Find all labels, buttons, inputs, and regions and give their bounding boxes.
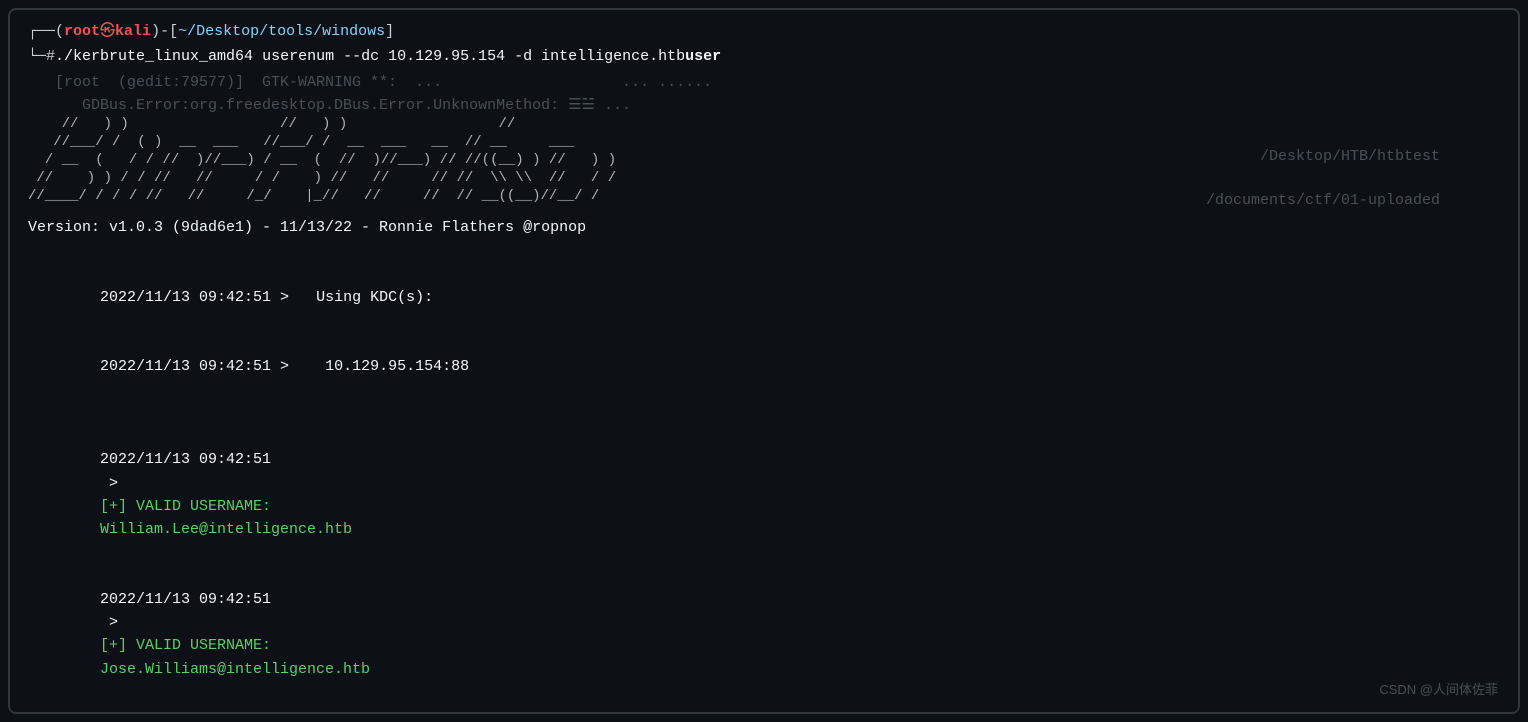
watermark: CSDN @人间体佐菲 <box>1379 679 1498 698</box>
bracket-end: ] <box>385 20 394 43</box>
log-kdc-header: 2022/11/13 09:42:51 > Using KDC(s): <box>28 262 1500 332</box>
terminal-window: ┌──(root㉿kali)-[~/Desktop/tools/windows]… <box>8 8 1520 714</box>
faded-line-1: [root (gedit:79577)] GTK-WARNING **: ...… <box>28 71 1500 94</box>
host-name: kali <box>115 20 151 43</box>
result-arrow-1: > <box>100 475 127 492</box>
log-kdc-ip: 2022/11/13 09:42:51 > 10.129.95.154:88 <box>28 332 1500 402</box>
root-user: root <box>64 20 100 43</box>
result-arrow-2: > <box>100 614 127 631</box>
hash-symbol: # <box>46 45 55 68</box>
terminal-content: ┌──(root㉿kali)-[~/Desktop/tools/windows]… <box>10 10 1518 714</box>
bracket-open: ┌──( <box>28 20 64 43</box>
log-arrow-1: > <box>271 289 316 306</box>
log-msg-1: Using KDC(s): <box>316 289 433 306</box>
at-symbol: ㉿ <box>100 20 115 43</box>
done-line: 2022/11/13 09:42:51 > Done! Tested 2 use… <box>28 704 1500 714</box>
top-command-hash-line: └─# ./kerbrute_linux_amd64 userenum --dc… <box>28 45 1500 68</box>
log-ts-1: 2022/11/13 09:42:51 <box>100 289 271 306</box>
valid-user-2: 2022/11/13 09:42:51 > [+] VALID USERNAME… <box>28 565 1500 705</box>
path: ~/Desktop/tools/windows <box>178 20 385 43</box>
log-arrow-2: > <box>271 358 325 375</box>
empty-line-1 <box>28 239 1500 262</box>
command-text: ./kerbrute_linux_amd64 userenum --dc 10.… <box>55 45 685 68</box>
faded-path-1: /Desktop/HTB/htbtest <box>28 145 1440 168</box>
result-ts-1: 2022/11/13 09:42:51 <box>100 451 271 468</box>
valid-user-1: 2022/11/13 09:42:51 > [+] VALID USERNAME… <box>28 425 1500 565</box>
faded-path-2: /documents/ctf/01-uploaded <box>28 189 1440 212</box>
result-tag-1: [+] VALID USERNAME: <box>100 498 325 515</box>
command-highlight: user <box>685 45 721 68</box>
result-tag-2: [+] VALID USERNAME: <box>100 637 325 654</box>
faded-line-2: GDBus.Error:org.freedesktop.DBus.Error.U… <box>28 94 1500 115</box>
empty-line-2 <box>28 402 1500 425</box>
ascii-line-1: // ) ) // ) ) // <box>28 115 1500 133</box>
log-ts-2: 2022/11/13 09:42:51 <box>100 358 271 375</box>
version-line: Version: v1.0.3 (9dad6e1) - 11/13/22 - R… <box>28 216 1500 239</box>
faded-paths: /Desktop/HTB/htbtest /documents/ctf/01-u… <box>28 145 1500 212</box>
result-username-2: Jose.Williams@intelligence.htb <box>100 661 370 678</box>
bracket-close: )-[ <box>151 20 178 43</box>
result-username-1: William.Lee@intelligence.htb <box>100 521 352 538</box>
log-msg-2: 10.129.95.154:88 <box>325 358 469 375</box>
faded-lines: [root (gedit:79577)] GTK-WARNING **: ...… <box>28 71 1500 115</box>
terminal: ┌──(root㉿kali)-[~/Desktop/tools/windows]… <box>0 0 1528 722</box>
corner-char: └─ <box>28 45 46 68</box>
result-ts-2: 2022/11/13 09:42:51 <box>100 591 271 608</box>
top-command-line: ┌──(root㉿kali)-[~/Desktop/tools/windows] <box>28 20 1500 43</box>
